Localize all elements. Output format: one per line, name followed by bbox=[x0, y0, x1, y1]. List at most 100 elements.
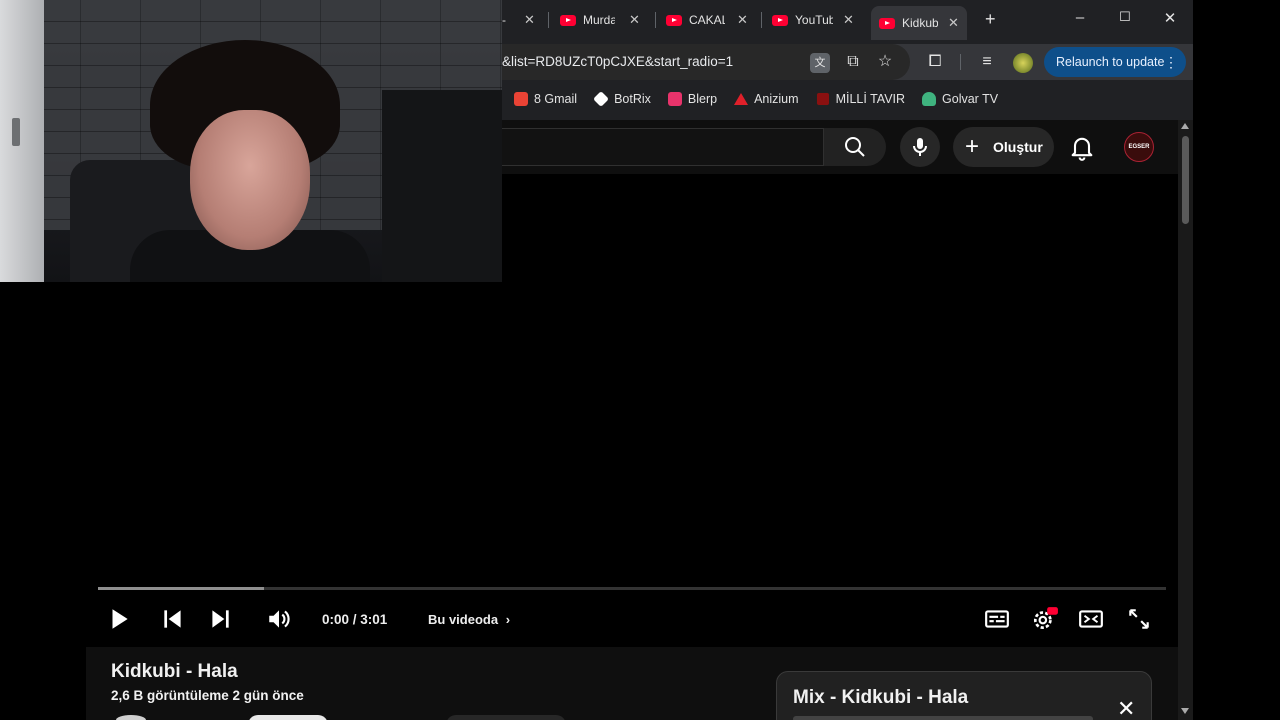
blerp-icon bbox=[667, 92, 682, 106]
tab-cakal[interactable]: CAKAL ✕ bbox=[666, 6, 748, 34]
bookmark-label: Golvar TV bbox=[942, 92, 999, 106]
url-text[interactable]: &list=RD8UZcT0pCJXE&start_radio=1 bbox=[502, 54, 733, 69]
milli-tavir-icon bbox=[815, 92, 830, 106]
youtube-favicon-icon bbox=[879, 17, 895, 29]
tab-label: Kidkubi bbox=[902, 16, 938, 30]
tab-youtube[interactable]: YouTube ✕ bbox=[772, 6, 854, 34]
youtube-favicon-icon bbox=[772, 14, 788, 26]
anizium-icon bbox=[734, 93, 749, 105]
bookmark-gmail[interactable]: 8 Gmail bbox=[514, 92, 577, 106]
bookmark-botrix[interactable]: BotRix bbox=[593, 91, 651, 107]
channel-avatar[interactable] bbox=[116, 715, 146, 720]
translate-icon[interactable]: 文 bbox=[810, 53, 830, 73]
search-input[interactable] bbox=[502, 128, 824, 166]
bookmarks-bar: 8 Gmail BotRix Blerp Anizium MİLLİ TAVIR… bbox=[502, 84, 1193, 114]
theater-mode-icon[interactable] bbox=[1078, 606, 1104, 632]
mix-subtitle-placeholder bbox=[793, 716, 1093, 720]
search-button[interactable] bbox=[824, 128, 886, 166]
search-icon bbox=[845, 137, 865, 157]
close-icon[interactable]: ✕ bbox=[524, 12, 535, 28]
action-row bbox=[116, 715, 796, 720]
close-icon[interactable]: ✕ bbox=[629, 12, 640, 28]
botrix-icon bbox=[593, 91, 609, 107]
door bbox=[0, 0, 44, 282]
more-vert-icon[interactable]: ⋮ bbox=[1164, 47, 1178, 77]
scroll-down-arrow-icon[interactable] bbox=[1181, 708, 1189, 714]
page-scrollbar[interactable] bbox=[1178, 120, 1193, 720]
user-avatar[interactable]: EGSER bbox=[1124, 132, 1154, 162]
bookmark-label: MİLLİ TAVIR bbox=[835, 92, 906, 106]
golvar-icon bbox=[922, 92, 937, 106]
browser-window: - ✕ Murda ✕ CAKAL ✕ YouTube ✕ bbox=[502, 0, 1193, 120]
minimize-button[interactable]: – bbox=[1070, 9, 1090, 26]
close-icon[interactable]: ✕ bbox=[737, 12, 748, 28]
next-icon[interactable] bbox=[207, 606, 233, 632]
relaunch-label: Relaunch to update bbox=[1056, 55, 1165, 69]
address-bar[interactable]: &list=RD8UZcT0pCJXE&start_radio=1 文 ⧉ ☆ bbox=[502, 44, 910, 80]
play-icon[interactable] bbox=[106, 606, 132, 632]
chapter-label: Bu videoda bbox=[428, 612, 499, 627]
media-queue-icon[interactable]: ≡ bbox=[976, 52, 998, 74]
bookmark-label: Blerp bbox=[687, 92, 718, 106]
window-close-button[interactable]: ✕ bbox=[1160, 9, 1180, 27]
plus-icon: + bbox=[965, 133, 980, 160]
tab-partial[interactable]: - ✕ bbox=[502, 6, 535, 34]
new-tab-button[interactable]: + bbox=[985, 9, 996, 30]
youtube-header: + Oluştur EGSER bbox=[502, 120, 1178, 174]
tab-separator bbox=[655, 12, 656, 28]
subscribe-button[interactable] bbox=[248, 715, 328, 720]
toolbar-divider bbox=[960, 54, 961, 70]
background-shadow bbox=[382, 90, 502, 282]
youtube-favicon-icon bbox=[560, 14, 576, 26]
bookmark-blerp[interactable]: Blerp bbox=[667, 92, 718, 106]
profile-avatar[interactable] bbox=[1013, 53, 1033, 73]
tab-label: Murda bbox=[583, 13, 615, 27]
video-title: Kidkubi - Hala bbox=[111, 661, 238, 682]
time-display: 0:00 / 3:01 bbox=[322, 612, 388, 627]
tab-separator bbox=[761, 12, 762, 28]
bookmark-golvar-tv[interactable]: Golvar TV bbox=[922, 92, 998, 106]
tab-separator bbox=[548, 12, 549, 28]
subtitles-icon[interactable] bbox=[984, 606, 1010, 632]
tab-label: YouTube bbox=[795, 13, 833, 27]
bookmark-label: Anizium bbox=[754, 92, 799, 106]
settings-gear-icon[interactable] bbox=[1031, 606, 1059, 632]
chapter-button[interactable]: Bu videoda › bbox=[428, 612, 510, 627]
relaunch-button[interactable]: Relaunch to update ⋮ bbox=[1044, 47, 1186, 77]
close-icon[interactable]: ✕ bbox=[1117, 696, 1135, 720]
bookmark-label: 8 Gmail bbox=[534, 92, 578, 106]
tab-murda[interactable]: Murda ✕ bbox=[560, 6, 640, 34]
bookmark-label: BotRix bbox=[614, 92, 651, 106]
door-handle bbox=[12, 118, 20, 146]
gmail-icon bbox=[514, 92, 528, 106]
tab-partial-label: - bbox=[502, 13, 506, 27]
screen: - ✕ Murda ✕ CAKAL ✕ YouTube ✕ bbox=[0, 0, 1280, 720]
maximize-button[interactable]: ☐ bbox=[1115, 9, 1135, 25]
streamer-face bbox=[190, 110, 310, 250]
video-meta: 2,6 B görüntüleme 2 gün önce bbox=[111, 688, 304, 703]
tab-strip: - ✕ Murda ✕ CAKAL ✕ YouTube ✕ bbox=[502, 0, 1193, 40]
fullscreen-icon[interactable] bbox=[1126, 606, 1152, 632]
like-button[interactable] bbox=[446, 715, 566, 720]
install-app-icon[interactable]: ⧉ bbox=[842, 52, 864, 74]
bookmark-milli-tavir[interactable]: MİLLİ TAVIR bbox=[815, 92, 906, 106]
extensions-icon[interactable]: ⧠ bbox=[924, 52, 946, 74]
mix-playlist-panel: Mix - Kidkubi - Hala ✕ bbox=[776, 671, 1152, 720]
notifications-bell-icon[interactable] bbox=[1068, 133, 1096, 161]
tab-kidkubi-active[interactable]: Kidkubi ✕ bbox=[871, 6, 967, 40]
bookmark-star-icon[interactable]: ☆ bbox=[874, 52, 896, 74]
scroll-up-arrow-icon[interactable] bbox=[1181, 123, 1189, 129]
voice-search-button[interactable] bbox=[900, 127, 940, 167]
close-icon[interactable]: ✕ bbox=[948, 15, 959, 31]
buffered-progress bbox=[98, 587, 264, 590]
scrollbar-thumb[interactable] bbox=[1182, 136, 1189, 224]
close-icon[interactable]: ✕ bbox=[843, 12, 854, 28]
microphone-icon bbox=[913, 138, 927, 156]
volume-icon[interactable] bbox=[266, 606, 292, 632]
create-button[interactable]: + Oluştur bbox=[953, 127, 1054, 167]
bookmark-anizium[interactable]: Anizium bbox=[734, 92, 799, 106]
create-label: Oluştur bbox=[993, 139, 1043, 155]
previous-icon[interactable] bbox=[160, 606, 186, 632]
progress-bar[interactable] bbox=[98, 587, 1166, 590]
toolbar: &list=RD8UZcT0pCJXE&start_radio=1 文 ⧉ ☆ … bbox=[502, 44, 1193, 80]
